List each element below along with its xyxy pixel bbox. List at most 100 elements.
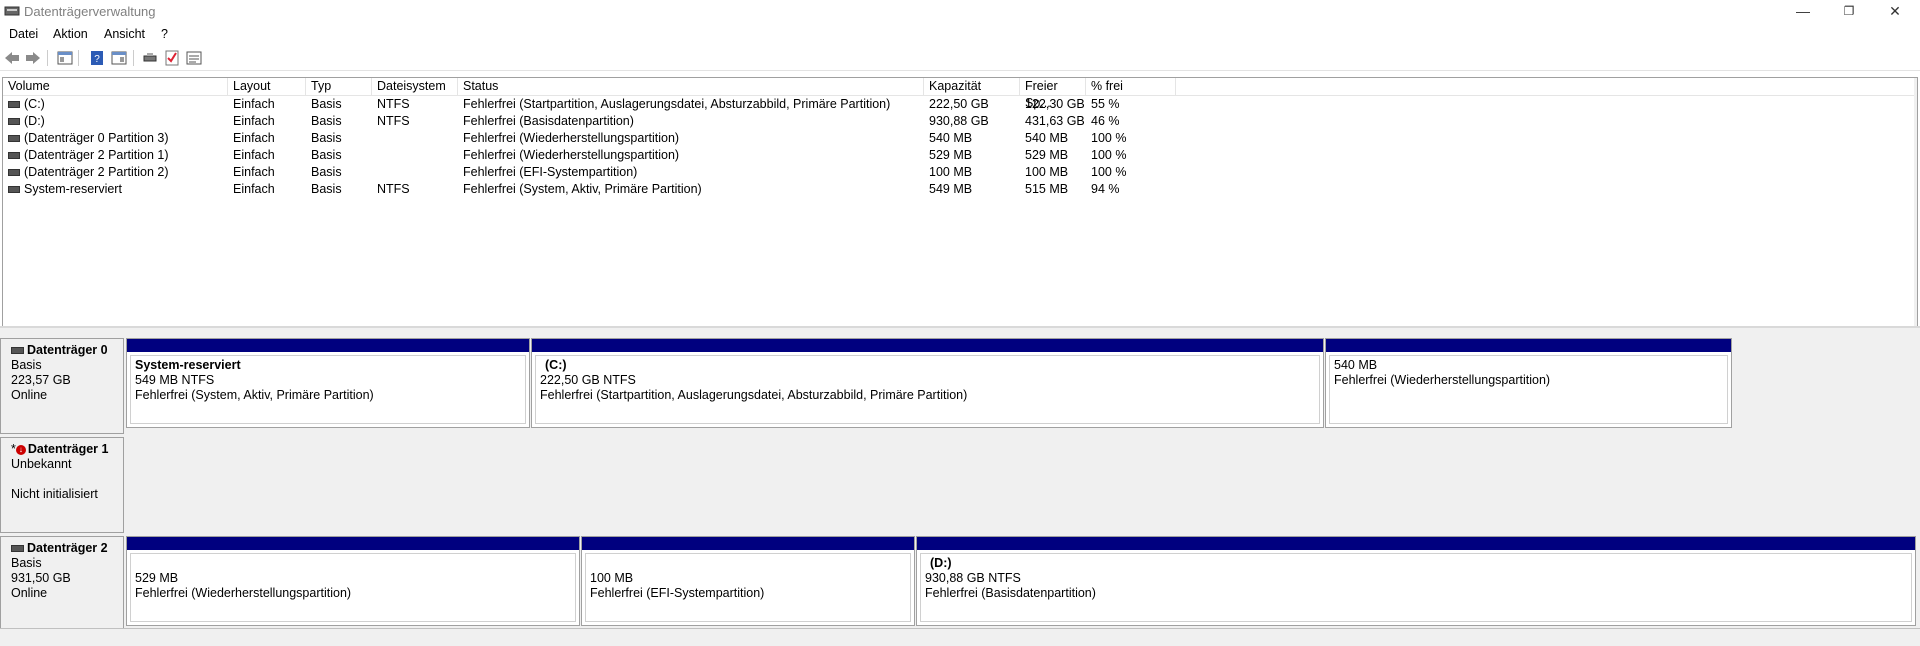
- volume-name: (Datenträger 2 Partition 1): [24, 148, 169, 162]
- column-header-prozent-frei[interactable]: % frei: [1086, 78, 1176, 95]
- menu-bar: Datei Aktion Ansicht ?: [0, 24, 1920, 44]
- toolbar-separator: [78, 50, 79, 66]
- volume-layout: Einfach: [233, 131, 275, 145]
- volume-dateisystem: NTFS: [377, 114, 410, 128]
- volume-kapazitaet: 540 MB: [929, 131, 973, 145]
- menu-datei[interactable]: Datei: [9, 27, 38, 41]
- volume-freier-speicher: 122,30 GB: [1025, 97, 1085, 111]
- volume-typ: Basis: [311, 131, 342, 145]
- partition-name: (D:): [930, 556, 952, 570]
- volume-typ: Basis: [311, 114, 342, 128]
- column-header-dateisystem[interactable]: Dateisystem: [372, 78, 458, 95]
- volume-list-scrollbar[interactable]: [1914, 78, 1917, 326]
- volume-list[interactable]: Volume Layout Typ Dateisystem Status Kap…: [2, 77, 1918, 327]
- volume-dateisystem: [372, 147, 377, 164]
- volume-kapazitaet: 529 MB: [929, 148, 973, 162]
- forward-icon[interactable]: [24, 49, 42, 67]
- disk-management-app-icon: [4, 6, 20, 16]
- volume-prozent-frei: 100 %: [1091, 131, 1127, 145]
- menu-help[interactable]: ?: [161, 27, 168, 41]
- column-header-layout[interactable]: Layout: [228, 78, 306, 95]
- volume-name: (Datenträger 2 Partition 2): [24, 165, 169, 179]
- details-icon[interactable]: [185, 49, 203, 67]
- partition-size: 529 MB: [135, 571, 179, 585]
- volume-row[interactable]: (Datenträger 0 Partition 3) Einfach Basi…: [3, 130, 1917, 147]
- column-header-kapazitaet[interactable]: Kapazität: [924, 78, 1020, 95]
- volume-row[interactable]: System-reserviert Einfach Basis NTFS Feh…: [3, 181, 1917, 198]
- partition-bar: [917, 537, 1915, 550]
- volume-freier-speicher: 540 MB: [1025, 131, 1069, 145]
- disk-1-status: Nicht initialisiert: [11, 487, 98, 501]
- volume-typ: Basis: [311, 97, 342, 111]
- volume-layout: Einfach: [233, 114, 275, 128]
- partition-bar: [127, 339, 529, 352]
- volume-icon: [8, 186, 20, 194]
- volume-kapazitaet: 549 MB: [929, 182, 973, 196]
- volume-kapazitaet: 100 MB: [929, 165, 973, 179]
- partition-size: 540 MB: [1334, 358, 1378, 372]
- svg-text:?: ?: [94, 54, 100, 65]
- partition-efi[interactable]: 100 MB Fehlerfrei (EFI-Systempartition): [581, 536, 915, 626]
- title-bar: Datenträgerverwaltung — ❐ ✕: [0, 0, 1920, 24]
- partition-d[interactable]: (D:) 930,88 GB NTFS Fehlerfrei (Basisdat…: [916, 536, 1916, 626]
- horizontal-scrollbar[interactable]: [0, 628, 1920, 646]
- volume-layout: Einfach: [233, 182, 275, 196]
- help-icon[interactable]: ?: [88, 49, 106, 67]
- window-title: Datenträgerverwaltung: [24, 4, 156, 19]
- partition-name: (C:): [545, 358, 567, 372]
- volume-name: (D:): [24, 114, 45, 128]
- disk-1-label[interactable]: * ↓ Datenträger 1 Unbekannt Nicht initiali…: [0, 437, 124, 533]
- minimize-button[interactable]: —: [1780, 0, 1826, 24]
- volume-freier-speicher: 515 MB: [1025, 182, 1069, 196]
- partition-bar: [127, 537, 579, 550]
- partition-status: Fehlerfrei (System, Aktiv, Primäre Parti…: [135, 388, 374, 402]
- partition-c[interactable]: (C:) 222,50 GB NTFS Fehlerfrei (Startpar…: [531, 338, 1324, 428]
- volume-row[interactable]: (D:) Einfach Basis NTFS Fehlerfrei (Basi…: [3, 113, 1917, 130]
- disk-0-size: 223,57 GB: [11, 373, 71, 387]
- rescan-icon[interactable]: [141, 49, 159, 67]
- column-header-typ[interactable]: Typ: [306, 78, 372, 95]
- volume-status: Fehlerfrei (EFI-Systempartition): [463, 165, 638, 179]
- column-header-freier-speicher[interactable]: Freier Sp...: [1020, 78, 1086, 110]
- partition-size: 549 MB NTFS: [135, 373, 215, 387]
- disk-0-type: Basis: [11, 358, 42, 372]
- volume-row[interactable]: (Datenträger 2 Partition 1) Einfach Basi…: [3, 147, 1917, 164]
- volume-row[interactable]: (Datenträger 2 Partition 2) Einfach Basi…: [3, 164, 1917, 181]
- disk-2-size: 931,50 GB: [11, 571, 71, 585]
- checklist-icon[interactable]: [163, 49, 181, 67]
- console-tree-icon[interactable]: [56, 49, 74, 67]
- volume-icon: [8, 169, 20, 177]
- disk-icon: [11, 545, 24, 553]
- disk-1-size: [11, 472, 123, 487]
- partition-system-reserviert[interactable]: System-reserviert 549 MB NTFS Fehlerfrei…: [126, 338, 530, 428]
- volume-dateisystem: [372, 164, 377, 181]
- partition-bar: [582, 537, 914, 550]
- volume-dateisystem: NTFS: [377, 97, 410, 111]
- column-header-volume[interactable]: Volume: [3, 78, 228, 95]
- partition-name: [590, 556, 910, 571]
- partition-status: Fehlerfrei (Startpartition, Auslagerungs…: [540, 388, 968, 402]
- disk-0-status: Online: [11, 388, 48, 402]
- column-header-status[interactable]: Status: [458, 78, 924, 95]
- properties-icon[interactable]: [110, 49, 128, 67]
- back-icon[interactable]: [3, 49, 21, 67]
- volume-dateisystem: NTFS: [377, 182, 410, 196]
- volume-name: (C:): [24, 97, 45, 111]
- volume-freier-speicher: 100 MB: [1025, 165, 1069, 179]
- menu-ansicht[interactable]: Ansicht: [104, 27, 145, 41]
- volume-kapazitaet: 930,88 GB: [929, 114, 989, 128]
- close-button[interactable]: ✕: [1872, 0, 1918, 24]
- partition-recovery-disk0[interactable]: 540 MB Fehlerfrei (Wiederherstellungspar…: [1325, 338, 1732, 428]
- volume-name: System-reserviert: [24, 182, 122, 196]
- toolbar-separator: [133, 50, 134, 66]
- partition-status: Fehlerfrei (Wiederherstellungspartition): [135, 586, 352, 600]
- restore-button[interactable]: ❐: [1826, 0, 1872, 24]
- disk-2-status: Online: [11, 586, 48, 600]
- volume-prozent-frei: 55 %: [1091, 97, 1120, 111]
- menu-aktion[interactable]: Aktion: [53, 27, 88, 41]
- disk-2-label[interactable]: Datenträger 2 Basis 931,50 GB Online: [0, 536, 124, 632]
- volume-row[interactable]: (C:) Einfach Basis NTFS Fehlerfrei (Star…: [3, 96, 1917, 113]
- disk-0-label[interactable]: Datenträger 0 Basis 223,57 GB Online: [0, 338, 124, 434]
- partition-recovery-disk2[interactable]: 529 MB Fehlerfrei (Wiederherstellungspar…: [126, 536, 580, 626]
- volume-layout: Einfach: [233, 148, 275, 162]
